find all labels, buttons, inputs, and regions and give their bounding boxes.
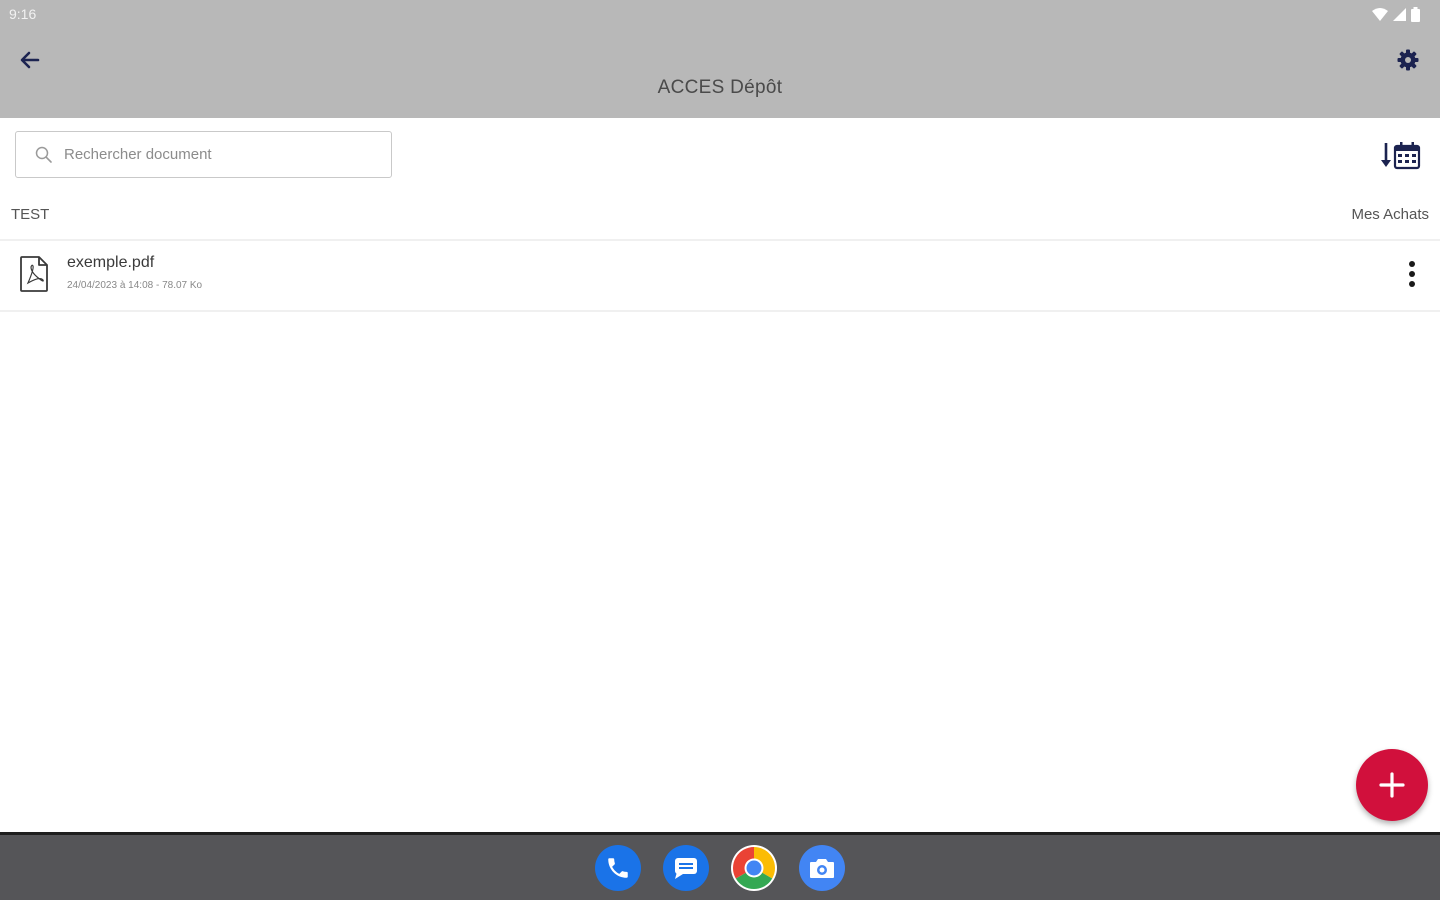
- folder-label: TEST: [11, 206, 50, 223]
- category-label: Mes Achats: [1351, 206, 1429, 223]
- pdf-file-icon: [20, 256, 48, 292]
- app-dock: [595, 845, 845, 891]
- divider: [0, 310, 1440, 312]
- document-menu-button[interactable]: [1398, 256, 1426, 294]
- app-bar: ACCES Dépôt: [0, 30, 1440, 118]
- back-button[interactable]: [14, 44, 46, 76]
- sort-by-date-icon: [1381, 142, 1421, 170]
- sort-by-date-button[interactable]: [1378, 138, 1424, 174]
- phone-icon: [608, 858, 628, 878]
- status-time: 9:16: [9, 6, 37, 22]
- battery-icon: [1411, 7, 1420, 22]
- search-box[interactable]: [15, 131, 392, 178]
- plus-icon: [1379, 772, 1405, 798]
- search-icon: [34, 145, 54, 165]
- chrome-icon: [732, 847, 776, 890]
- camera-app[interactable]: [799, 845, 845, 891]
- app-title: ACCES Dépôt: [657, 77, 783, 98]
- search-input[interactable]: [62, 145, 386, 164]
- phone-app[interactable]: [595, 845, 641, 891]
- camera-icon: [810, 859, 834, 878]
- add-document-button[interactable]: [1356, 749, 1428, 821]
- chrome-app[interactable]: [731, 845, 777, 891]
- system-nav-bar: [0, 832, 1440, 900]
- settings-button[interactable]: [1392, 44, 1424, 76]
- document-meta: 24/04/2023 à 14:08 - 78.07 Ko: [67, 280, 203, 291]
- gear-icon: [1397, 49, 1419, 71]
- divider: [0, 239, 1440, 241]
- status-bar: 9:16: [0, 0, 1440, 30]
- messages-icon: [675, 858, 697, 879]
- arrow-left-icon: [20, 51, 40, 69]
- cellular-signal-icon: [1393, 8, 1406, 21]
- wifi-icon: [1372, 8, 1388, 21]
- document-row[interactable]: exemple.pdf 24/04/2023 à 14:08 - 78.07 K…: [0, 242, 1440, 310]
- messages-app[interactable]: [663, 845, 709, 891]
- status-icons: [1372, 7, 1420, 22]
- more-vert-icon: [1409, 261, 1415, 287]
- document-name: exemple.pdf: [67, 254, 155, 271]
